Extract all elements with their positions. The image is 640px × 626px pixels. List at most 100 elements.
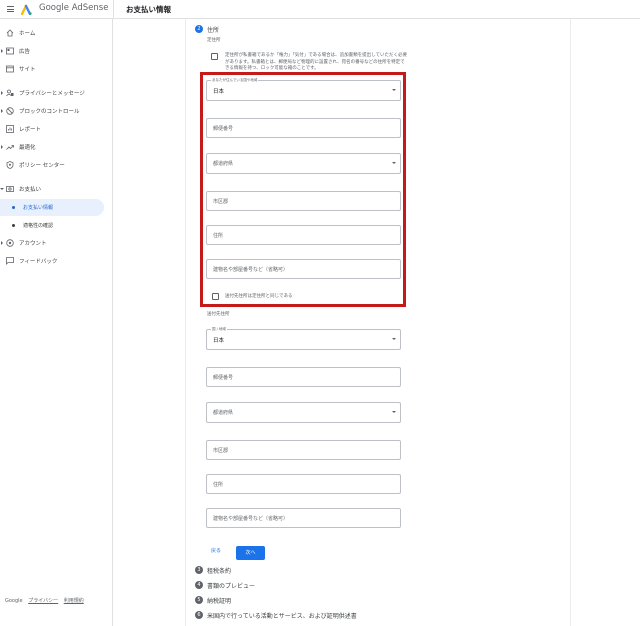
country-float-label: あなたが住んでいる国や地域: [211, 78, 259, 83]
sidebar-item-label: 広告: [19, 49, 31, 55]
sidebar-item-label: プライバシーとメッセージ: [19, 91, 85, 97]
dropdown-arrow-icon: [392, 162, 396, 164]
sidebar-item-label: 最適化: [19, 145, 36, 151]
expand-caret-icon: [1, 91, 3, 95]
sidebar-item-home[interactable]: ホーム: [0, 25, 112, 42]
mailing-postal-placeholder: 郵便番号: [213, 375, 234, 381]
city-field[interactable]: 市区郡: [206, 191, 401, 211]
mailing-country-select[interactable]: 国 / 地域 日本: [206, 327, 401, 350]
brand-name[interactable]: Google AdSense: [39, 3, 108, 13]
footer-links: Google プライバシー 利用規約: [5, 597, 88, 604]
policy-icon: [6, 161, 14, 169]
privacy-link[interactable]: プライバシー: [28, 598, 58, 604]
sidebar-item-label: ブロックのコントロール: [19, 109, 80, 115]
sidebar-item-ads[interactable]: 広告: [0, 43, 112, 60]
sites-icon: [6, 65, 14, 73]
mailing-building-placeholder: 建物名や部屋番号など（省略可）: [213, 516, 289, 522]
po-box-checkbox[interactable]: [211, 53, 218, 60]
mailing-prefecture-select[interactable]: 都道府県: [206, 402, 401, 423]
sidebar-item-optimization[interactable]: 最適化: [0, 139, 112, 156]
optimization-icon: [6, 145, 14, 150]
prefecture-placeholder: 都道府県: [213, 161, 234, 167]
step-6-title[interactable]: 米国内で行っている活動とサービス、および証明供述書: [207, 611, 357, 620]
step-3-title[interactable]: 租税条約: [207, 566, 231, 575]
mailing-postal-code-field[interactable]: 郵便番号: [206, 367, 401, 387]
footer-google: Google: [5, 598, 23, 604]
sidebar-item-label: お支払い情報: [23, 205, 54, 211]
sidebar-item-label: 適格性の確認: [23, 223, 54, 229]
payments-icon: [6, 186, 14, 192]
top-app-bar: Google AdSense お支払い情報: [0, 0, 640, 19]
reports-icon: [6, 125, 14, 133]
ads-icon: [6, 47, 14, 55]
sidebar-item-privacy[interactable]: プライバシーとメッセージ: [0, 85, 112, 102]
next-button[interactable]: 次へ: [236, 546, 265, 560]
step-4-title[interactable]: 書類のプレビュー: [207, 581, 255, 590]
adsense-logo-icon: [21, 4, 32, 15]
city-placeholder: 市区郡: [213, 199, 229, 205]
sidebar: ホーム 広告 サイト プライバシーとメッセージ ブロックのコントロール レポート…: [0, 19, 113, 626]
building-field[interactable]: 建物名や部屋番号など（省略可）: [206, 259, 401, 279]
postal-code-field[interactable]: 郵便番号: [206, 118, 401, 138]
sidebar-item-blocking[interactable]: ブロックのコントロール: [0, 103, 112, 120]
content-rail-right: [570, 19, 571, 626]
feedback-icon: [6, 257, 14, 265]
mailing-city-field[interactable]: 市区郡: [206, 440, 401, 460]
sidebar-item-payments[interactable]: お支払い: [0, 181, 112, 198]
sidebar-item-label: レポート: [19, 127, 42, 133]
same-address-checkbox[interactable]: [212, 293, 219, 300]
country-select[interactable]: あなたが住んでいる国や地域 日本: [206, 78, 401, 101]
postal-code-placeholder: 郵便番号: [213, 126, 234, 132]
sidebar-item-label: フィードバック: [19, 259, 58, 265]
mailing-building-field[interactable]: 建物名や部屋番号など（省略可）: [206, 508, 401, 528]
mailing-city-placeholder: 市区郡: [213, 448, 229, 454]
sidebar-item-payment-info[interactable]: お支払い情報: [0, 199, 104, 216]
sidebar-item-sites[interactable]: サイト: [0, 61, 112, 78]
sidebar-item-label: サイト: [19, 67, 36, 73]
divider: [113, 0, 114, 19]
terms-link[interactable]: 利用規約: [64, 598, 84, 604]
collapse-caret-icon: [0, 188, 4, 190]
mailing-address-label: 送付先住所: [207, 312, 230, 317]
street-placeholder: 住所: [213, 233, 224, 239]
sidebar-item-feedback[interactable]: フィードバック: [0, 253, 112, 270]
sidebar-item-label: アカウント: [19, 241, 47, 247]
step-6-badge: 6: [195, 611, 203, 619]
prefecture-select[interactable]: 都道府県: [206, 153, 401, 174]
sidebar-item-account[interactable]: アカウント: [0, 235, 112, 252]
step-2-badge: 2: [195, 25, 203, 33]
expand-caret-icon: [1, 49, 3, 53]
expand-caret-icon: [1, 109, 3, 113]
dropdown-arrow-icon: [392, 411, 396, 413]
menu-icon[interactable]: [7, 6, 14, 12]
building-placeholder: 建物名や部屋番号など（省略可）: [213, 267, 289, 273]
mailing-street-field[interactable]: 住所: [206, 474, 401, 494]
expand-caret-icon: [1, 145, 3, 149]
bullet-icon: [12, 206, 15, 209]
country-value: 日本: [213, 89, 225, 95]
dropdown-arrow-icon: [392, 338, 396, 340]
step-5-title[interactable]: 納税証明: [207, 596, 231, 605]
mailing-country-float-label: 国 / 地域: [211, 327, 227, 332]
back-button[interactable]: 戻る: [211, 547, 221, 554]
step-3-badge: 3: [195, 566, 203, 574]
page-title: お支払い情報: [126, 5, 171, 14]
content-rail-left: [185, 19, 186, 626]
sidebar-item-label: ホーム: [19, 31, 36, 37]
sidebar-item-label: ポリシー センター: [19, 163, 65, 169]
home-icon: [6, 29, 14, 37]
step-4-badge: 4: [195, 581, 203, 589]
dropdown-arrow-icon: [392, 89, 396, 91]
sidebar-item-eligibility[interactable]: 適格性の確認: [0, 217, 104, 234]
expand-caret-icon: [1, 241, 3, 245]
sidebar-item-policy[interactable]: ポリシー センター: [0, 157, 112, 174]
mailing-prefecture-placeholder: 都道府県: [213, 410, 234, 416]
sidebar-item-reports[interactable]: レポート: [0, 121, 112, 138]
block-icon: [6, 107, 14, 115]
bullet-icon: [12, 224, 15, 227]
street-field[interactable]: 住所: [206, 225, 401, 245]
permanent-address-label: 定住所: [207, 38, 221, 43]
same-address-label: 送付先住所は定住所と同じである: [225, 294, 293, 299]
po-box-notice: 定住所が私書箱であるか「権力」「気付」である場合は、追加書類を提出していただく必…: [225, 53, 408, 71]
sidebar-item-label: お支払い: [19, 187, 42, 193]
